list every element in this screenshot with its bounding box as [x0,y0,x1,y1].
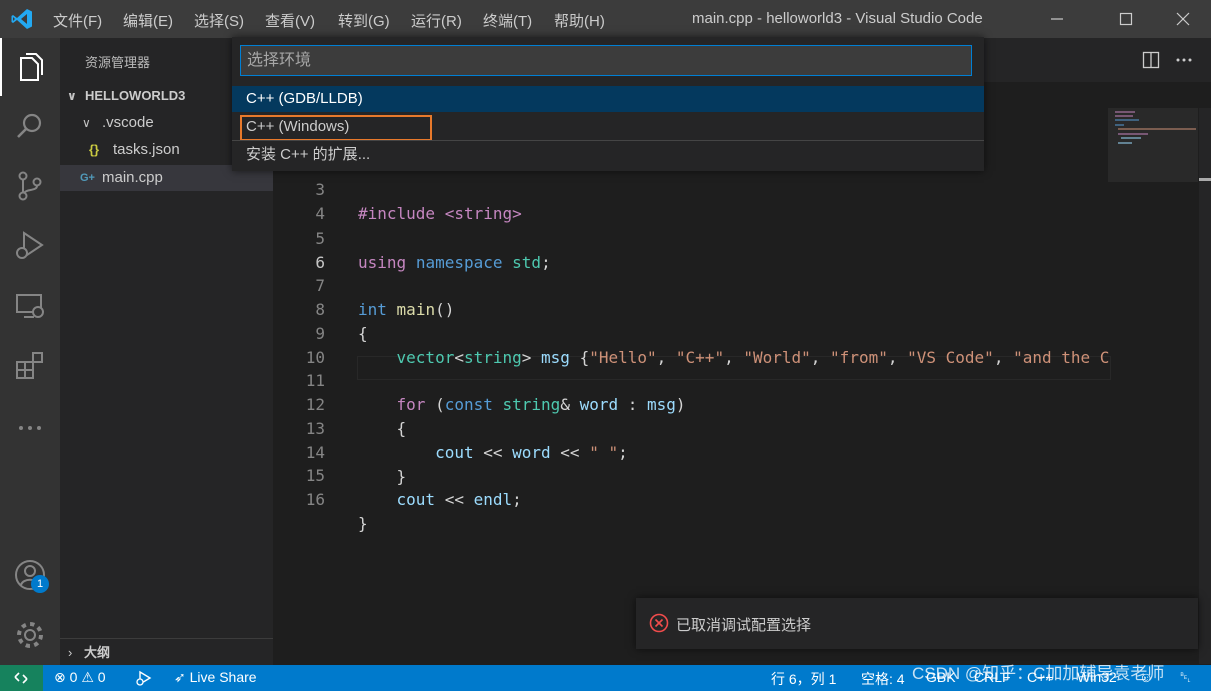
annotation-highlight-box [240,115,432,141]
warning-count: 0 [97,669,106,685]
tree-item-label: tasks.json [113,141,180,158]
code-line: 8 { [273,274,1108,343]
minimize-icon [1051,18,1063,20]
source-control-icon[interactable] [12,168,48,204]
problems-indicator[interactable]: ⊗ 0 ⚠ 0 [54,669,106,686]
minimize-button[interactable] [1034,0,1080,38]
chevron-right-icon: › [68,645,73,660]
active-indicator [0,38,2,96]
sidebar-title: 资源管理器 [85,55,151,70]
chevron-down-icon: ∨ [67,89,77,103]
code-line: 16 } [273,464,1108,533]
code-editor[interactable]: 3 #include <string> 4 5 using namespace … [273,166,1111,533]
error-icon [649,613,669,633]
menu-go[interactable]: 转到(G) [338,10,390,31]
code-line: 14 } [273,417,1108,486]
tree-item-label: main.cpp [102,169,163,186]
quick-pick-item-label: C++ (GDB/LLDB) [246,90,363,107]
title-bar: 文件(F) 编辑(E) 选择(S) 查看(V) 转到(G) 运行(R) 终端(T… [0,0,1211,38]
vscode-logo-icon [11,9,32,29]
code-line: 11 for (const string& word : msg) [273,345,1108,414]
folder-name: HELLOWORLD3 [85,88,186,103]
cursor-position[interactable]: 行 6，列 1 [771,669,836,689]
tree-item-label: .vscode [102,114,154,131]
window-title: main.cpp - helloworld3 - Visual Studio C… [692,10,983,27]
account-badge: 1 [31,575,49,593]
watermark-text: CSDN @知乎：C加加辅导袁老师 [912,664,1165,683]
more-icon[interactable] [12,410,48,446]
close-window-button[interactable] [1160,0,1206,38]
explorer-icon[interactable] [12,50,48,86]
code-line: 13 cout << word << " "; [273,393,1108,462]
quick-pick-item-gdb-lldb[interactable]: C++ (GDB/LLDB) [232,86,984,112]
notification-toast[interactable]: 已取消调试配置选择 [636,598,1198,649]
line-content: cout << endl; [396,490,522,509]
split-editor-icon[interactable] [1142,51,1160,69]
cpp-file-icon: G+ [80,172,95,184]
menu-view[interactable]: 查看(V) [265,10,315,31]
menu-edit[interactable]: 编辑(E) [123,10,173,31]
code-line: 12 { [273,369,1108,438]
run-debug-icon[interactable] [12,228,48,264]
menu-terminal[interactable]: 终端(T) [483,10,532,31]
minimap[interactable] [1108,108,1211,664]
remote-icon [14,672,28,684]
minimap-code-preview [1115,111,1196,144]
quick-pick-item-install-extension[interactable]: 安装 C++ 的扩展... [232,142,984,168]
maximize-button[interactable] [1103,0,1149,38]
error-icon: ⊗ [54,669,66,685]
code-line: 4 [273,178,1108,223]
code-line: 15 cout << endl; [273,440,1108,509]
vertical-scrollbar[interactable] [1199,108,1211,664]
json-braces-icon: {} [89,142,100,157]
menu-selection[interactable]: 选择(S) [194,10,244,31]
outline-section-header[interactable]: › 大纲 [60,638,273,666]
remote-explorer-icon[interactable] [12,288,48,324]
maximize-icon [1119,12,1133,26]
scrollbar-cursor-marker [1199,178,1211,181]
indentation[interactable]: 空格: 4 [861,669,905,689]
gear-icon[interactable] [12,617,48,653]
extensions-icon[interactable] [12,348,48,384]
warning-icon: ⚠ [81,669,94,685]
code-line: 7 int main() [273,250,1108,319]
debug-environment-quick-pick: C++ (GDB/LLDB) C++ (Windows) 安装 C++ 的扩展.… [232,37,984,171]
line-content: } [358,514,368,533]
notification-message: 已取消调试配置选择 [676,617,812,634]
error-count: 0 [69,669,78,685]
notifications-bell-icon[interactable]: ␇ [1180,669,1191,686]
menu-help[interactable]: 帮助(H) [554,10,605,31]
more-actions-icon[interactable] [1175,51,1193,69]
code-line: 5 using namespace std; [273,203,1108,272]
code-line: 10 [273,322,1108,367]
chevron-down-icon: ∨ [82,116,91,130]
remote-indicator-button[interactable] [0,665,43,691]
search-icon[interactable] [12,108,48,144]
menu-file[interactable]: 文件(F) [53,10,102,31]
outline-label: 大纲 [84,645,111,660]
code-line: 6 [273,227,1108,272]
activity-bar: 1 [0,38,60,665]
live-share-icon: ➶ [174,669,186,685]
environment-search-input[interactable] [240,45,972,76]
menu-run[interactable]: 运行(R) [411,10,462,31]
quick-pick-item-label: 安装 C++ 的扩展... [246,146,371,163]
close-icon [1176,12,1190,26]
debug-launch-icon[interactable] [135,670,153,686]
live-share-label: Live Share [189,669,257,685]
live-share-button[interactable]: ➶ Live Share [174,669,257,686]
code-line: 9 vector<string> msg {"Hello", "C++", "W… [273,298,1109,367]
line-number: 16 [305,490,325,509]
quick-pick-separator [232,140,984,141]
